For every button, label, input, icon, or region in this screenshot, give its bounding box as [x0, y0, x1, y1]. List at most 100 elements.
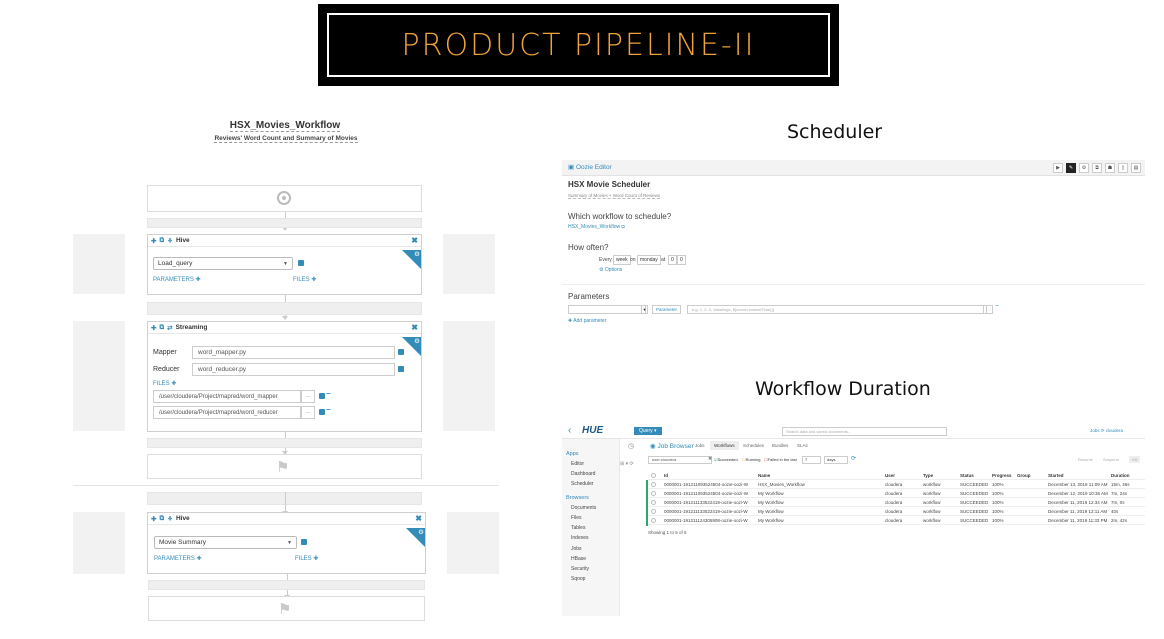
file-input-2[interactable]: /user/cloudera/Project/mapred/word_reduc… — [153, 406, 301, 419]
tab-jobs[interactable]: Jobs — [695, 443, 705, 448]
hue-logo[interactable]: HUE — [582, 425, 603, 436]
edit-icon[interactable]: ✎ — [1066, 163, 1076, 173]
sidebar-item-sqoop[interactable]: Sqoop — [571, 576, 585, 582]
minute-select[interactable]: 0 — [677, 255, 686, 265]
gear-icon[interactable]: ⚙ — [1079, 163, 1089, 173]
move-icon[interactable]: ✚ — [151, 237, 156, 245]
col-name[interactable]: Name — [758, 473, 770, 478]
sidebar-item-security[interactable]: Security — [571, 566, 589, 572]
query-button[interactable]: Query ▾ — [634, 427, 662, 435]
mapper-input[interactable]: word_mapper.py — [192, 346, 395, 359]
col-id[interactable]: Id — [664, 473, 668, 478]
sidebar-item-jobs[interactable]: Jobs — [571, 546, 582, 552]
browse-button[interactable]: … — [301, 406, 315, 419]
days-unit-select[interactable]: days — [824, 456, 848, 464]
drop-slot[interactable] — [147, 218, 422, 228]
query-select[interactable]: Load_query ▼ — [153, 257, 293, 270]
edit-reducer-icon[interactable] — [398, 366, 404, 372]
workflow-link[interactable]: HSX_Movies_Workflow ◘ — [568, 224, 625, 230]
close-icon[interactable]: ✖ — [415, 514, 422, 523]
running-filter[interactable]: ☐Running — [742, 457, 761, 462]
drop-slot[interactable] — [148, 580, 425, 590]
close-icon[interactable]: ✖ — [411, 323, 418, 332]
parameter-value-input[interactable]: e.g. 1, 2, 3, /data/logs, ${coord:nomina… — [687, 305, 987, 314]
users-icon[interactable]: ☗ — [1105, 163, 1115, 173]
hour-select[interactable]: 0 — [668, 255, 677, 265]
copy-icon[interactable]: ⧉ — [159, 324, 164, 332]
parameter-type-select[interactable]: Parameter — [652, 305, 682, 314]
copy-icon[interactable]: ⧉ — [1092, 163, 1102, 173]
tab-slas[interactable]: SLAs — [797, 443, 808, 448]
file-input-1[interactable]: /user/cloudera/Project/mapred/word_mappe… — [153, 390, 301, 403]
gear-icon[interactable]: ⚙ — [418, 528, 424, 536]
remove-icon[interactable]: − — [326, 389, 331, 398]
failed-filter[interactable]: ☐Failed in the last — [764, 457, 797, 462]
edit-file-icon[interactable] — [319, 393, 325, 399]
row-checkbox[interactable] — [651, 500, 656, 505]
tab-bundles[interactable]: Bundles — [772, 443, 788, 448]
play-icon[interactable]: ▶ — [1053, 163, 1063, 173]
remove-icon[interactable]: − — [326, 405, 331, 414]
kill-button[interactable]: Kill — [1129, 456, 1141, 463]
col-status[interactable]: Status — [960, 473, 974, 478]
end-node[interactable]: ⚑ — [148, 596, 425, 621]
end-node[interactable]: ⚑ — [147, 454, 422, 479]
save-icon[interactable]: ▤ — [1131, 163, 1141, 173]
parameters-link[interactable]: PARAMETERS ✚ — [154, 555, 202, 562]
sidebar-item-documents[interactable]: Documents — [571, 505, 596, 511]
col-progress[interactable]: Progress — [992, 473, 1012, 478]
edit-file-icon[interactable] — [319, 409, 325, 415]
history-icon[interactable]: ◷ — [628, 442, 634, 450]
browse-button[interactable]: … — [983, 305, 993, 314]
edit-query-icon[interactable] — [298, 260, 304, 266]
hive-action-1[interactable]: ✚ ⧉ ⚘ Hive ✖ ⚙ Load_query ▼ PARAMETERS ✚ … — [147, 234, 422, 295]
parameters-link[interactable]: PARAMETERS ✚ — [153, 276, 201, 283]
copy-icon[interactable]: ⧉ — [159, 237, 164, 245]
move-icon[interactable]: ✚ — [151, 324, 156, 332]
options-link[interactable]: ⚙ Options — [599, 267, 622, 273]
oozie-editor-title[interactable]: ▣ Oozie Editor — [568, 163, 612, 171]
user-filter-input[interactable]: user:cloudera — [648, 456, 712, 464]
copy-icon[interactable]: ⧉ — [159, 515, 164, 523]
frequency-unit-select[interactable]: week — [613, 255, 631, 265]
refresh-icon[interactable]: ⟳ — [851, 455, 856, 462]
user-menu[interactable]: Jobs ⟳ cloudera — [1090, 428, 1123, 434]
sidebar-item-editor[interactable]: Editor — [571, 461, 584, 467]
edit-query-icon[interactable] — [301, 539, 307, 545]
workflow-name[interactable]: HSX_Movies_Workflow — [200, 120, 370, 132]
sidebar-item-hbase[interactable]: HBase — [571, 556, 586, 562]
gear-icon[interactable]: ⚙ — [414, 250, 420, 258]
sidebar-item-files[interactable]: Files — [571, 515, 582, 521]
day-select[interactable]: monday — [637, 255, 661, 265]
hive-action-2[interactable]: ✚ ⧉ ⚘ Hive ✖ ⚙ Movie Summary ▼ PARAMETERS… — [147, 512, 426, 574]
edit-mapper-icon[interactable] — [398, 349, 404, 355]
row-checkbox[interactable] — [651, 491, 656, 496]
drop-slot[interactable] — [147, 302, 422, 315]
suspend-button[interactable]: Suspend — [1103, 457, 1119, 462]
row-checkbox[interactable] — [651, 482, 656, 487]
browse-button[interactable]: … — [301, 390, 315, 403]
back-icon[interactable]: ‹ — [568, 425, 571, 436]
col-duration[interactable]: Duration — [1111, 473, 1130, 478]
table-row[interactable]: 0000001-191211093524504-oozie-oozi-W My … — [648, 489, 1145, 498]
file-icon[interactable]: ▯ — [1118, 163, 1128, 173]
col-group[interactable]: Group — [1017, 473, 1031, 478]
scheduler-description[interactable]: Summary of Movies + Word Count of Review… — [568, 193, 661, 199]
tab-schedules[interactable]: Schedules — [743, 443, 764, 448]
search-input[interactable]: Search data and saved documents... — [782, 427, 947, 436]
days-number-input[interactable]: 7 — [802, 456, 821, 464]
close-icon[interactable]: ✖ — [411, 236, 418, 245]
streaming-action[interactable]: ✚ ⧉ ⇄ Streaming ✖ ⚙ Mapper word_mapper.p… — [147, 321, 422, 432]
filter-icon[interactable]: ⊞ ▾ ⟳ — [620, 461, 634, 467]
resume-button[interactable]: Resume — [1078, 457, 1093, 462]
parameter-name-input[interactable] — [568, 305, 646, 314]
files-link[interactable]: FILES ✚ — [153, 380, 176, 387]
sidebar-item-tables[interactable]: Tables — [571, 525, 585, 531]
workflow-subtitle[interactable]: Reviews' Word Count and Summary of Movie… — [180, 135, 392, 143]
table-row[interactable]: 0000001-191211133522419-oozie-oozi-W My … — [648, 507, 1145, 516]
table-row[interactable]: 0000001-191211124305908-oozie-oozi-W My … — [648, 516, 1145, 525]
start-node[interactable] — [147, 185, 422, 212]
col-user[interactable]: User — [885, 473, 895, 478]
clear-icon[interactable]: ✖ — [708, 456, 712, 462]
sidebar-item-scheduler[interactable]: Scheduler — [571, 481, 594, 487]
